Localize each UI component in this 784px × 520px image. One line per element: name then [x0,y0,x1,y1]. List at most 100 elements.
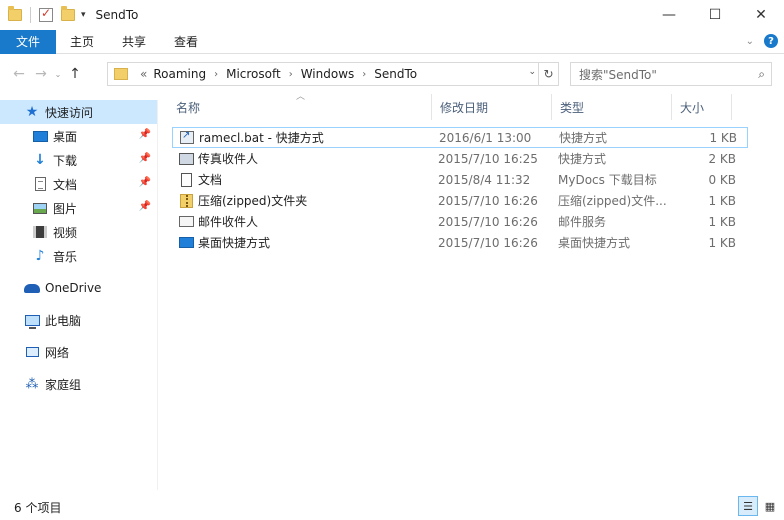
expand-ribbon-icon[interactable]: ⌄ [746,36,754,47]
sidebar-item-pictures[interactable]: 图片 📌 [0,196,157,220]
navigation-pane: ★ 快速访问 桌面 📌 ↓ 下载 📌 文档 📌 图片 📌 视频 ♪ 音乐 One… [0,100,158,490]
network-icon [24,344,40,360]
column-header-date[interactable]: 修改日期 [432,94,552,120]
breadcrumb-overflow[interactable]: « [140,67,147,81]
search-icon[interactable]: ⌕ [758,67,765,82]
pin-icon[interactable]: 📌 [139,201,151,212]
file-size: 1 KB [708,193,736,208]
file-date: 2015/7/10 16:25 [438,151,538,166]
folder-icon [114,68,128,80]
new-folder-icon[interactable] [61,6,75,21]
sidebar-item-quick-access[interactable]: ★ 快速访问 [0,100,157,124]
sidebar-item-this-pc[interactable]: 此电脑 [0,308,157,332]
sidebar-item-label: 快速访问 [45,105,94,120]
file-size: 2 KB [708,151,736,166]
pin-icon[interactable]: 📌 [139,153,151,164]
forward-button[interactable]: → [30,66,52,82]
file-name: 桌面快捷方式 [198,236,271,250]
tab-view[interactable]: 查看 [160,33,212,50]
shortcut-icon [179,130,195,146]
download-icon: ↓ [34,152,46,168]
column-header-size[interactable]: 大小 [672,94,732,120]
sidebar-item-label: 桌面 [53,129,78,144]
column-header-type[interactable]: 类型 [552,94,672,120]
file-row[interactable]: 邮件收件人 2015/7/10 16:26 邮件服务 1 KB [172,211,748,232]
address-dropdown-icon[interactable]: ⌄ [528,67,536,77]
column-header-name[interactable]: 名称 [168,94,432,120]
status-bar: 6 个项目 ☰ ▦ [0,494,784,520]
close-button[interactable]: ✕ [738,0,784,30]
file-date: 2015/7/10 16:26 [438,235,538,250]
large-icons-view-button[interactable]: ▦ [760,496,780,516]
picture-icon [32,200,48,216]
file-row[interactable]: 桌面快捷方式 2015/7/10 16:26 桌面快捷方式 1 KB [172,232,748,253]
sidebar-item-desktop[interactable]: 桌面 📌 [0,124,157,148]
sidebar-item-downloads[interactable]: ↓ 下载 📌 [0,148,157,172]
file-type: 邮件服务 [558,215,607,229]
sidebar-item-onedrive[interactable]: OneDrive [0,276,157,300]
file-name: 邮件收件人 [198,215,259,229]
breadcrumb-roaming[interactable]: Roaming [153,67,206,81]
search-input[interactable]: 搜索"SendTo" ⌕ [570,62,772,86]
file-name: 传真收件人 [198,152,259,166]
search-placeholder: 搜索"SendTo" [579,67,657,82]
sidebar-item-label: 视频 [53,225,78,240]
tab-home[interactable]: 主页 [56,33,108,50]
file-row[interactable]: 文档 2015/8/4 11:32 MyDocs 下载目标 0 KB [172,169,748,190]
desktop-icon [32,128,48,144]
refresh-button[interactable]: ↻ [538,63,558,85]
window-title: SendTo [95,8,139,22]
folder-icon[interactable] [8,6,22,21]
cloud-icon [24,280,40,296]
minimize-button[interactable]: — [646,0,692,30]
sidebar-item-network[interactable]: 网络 [0,340,157,364]
properties-icon[interactable] [39,6,53,22]
fax-icon [178,151,194,167]
sidebar-item-label: 音乐 [53,249,78,264]
sidebar-item-label: 网络 [45,345,70,360]
address-bar[interactable]: « Roaming › Microsoft › Windows › SendTo… [107,62,559,86]
sidebar-item-label: 文档 [53,177,78,192]
details-view-button[interactable]: ☰ [738,496,758,516]
sidebar-item-videos[interactable]: 视频 [0,220,157,244]
breadcrumb-windows[interactable]: Windows [301,67,355,81]
tab-file[interactable]: 文件 [0,29,56,54]
breadcrumb-sendto[interactable]: SendTo [374,67,417,81]
file-type: 快捷方式 [558,152,607,166]
file-size: 1 KB [709,130,737,145]
maximize-button[interactable]: ☐ [692,0,738,30]
quick-access-toolbar: ▾ [0,0,86,30]
sidebar-item-homegroup[interactable]: ⁂ 家庭组 [0,372,157,396]
file-row[interactable]: ramecl.bat - 快捷方式 2016/6/1 13:00 快捷方式 1 … [172,127,748,148]
help-icon[interactable]: ? [764,34,778,48]
desktop-icon [178,235,194,251]
back-button[interactable]: ← [8,66,30,82]
sidebar-item-label: 下载 [53,153,78,168]
navigation-bar: ← → ⌄ ↑ « Roaming › Microsoft › Windows … [0,60,784,88]
file-date: 2015/7/10 16:26 [438,193,538,208]
sidebar-item-label: OneDrive [45,281,102,295]
file-type: 桌面快捷方式 [558,236,631,250]
breadcrumb-separator-icon[interactable]: › [362,69,366,80]
breadcrumb-separator-icon[interactable]: › [214,69,218,80]
star-icon: ★ [25,104,39,120]
sidebar-item-music[interactable]: ♪ 音乐 [0,244,157,268]
file-row[interactable]: 压缩(zipped)文件夹 2015/7/10 16:26 压缩(zipped)… [172,190,748,211]
breadcrumb-microsoft[interactable]: Microsoft [226,67,281,81]
pin-icon[interactable]: 📌 [139,129,151,140]
document-icon [178,172,194,188]
up-button[interactable]: ↑ [64,66,86,82]
recent-locations-icon[interactable]: ⌄ [52,70,64,79]
customize-toolbar-dropdown-icon[interactable]: ▾ [81,10,86,20]
sidebar-item-documents[interactable]: 文档 📌 [0,172,157,196]
file-row[interactable]: 传真收件人 2015/7/10 16:25 快捷方式 2 KB [172,148,748,169]
sidebar-item-label: 此电脑 [45,313,82,328]
pin-icon[interactable]: 📌 [139,177,151,188]
breadcrumb-separator-icon[interactable]: › [289,69,293,80]
file-name: 压缩(zipped)文件夹 [198,194,308,208]
tab-share[interactable]: 共享 [108,33,160,50]
video-icon [32,224,48,240]
file-type: 快捷方式 [559,131,608,145]
file-date: 2016/6/1 13:00 [439,130,532,145]
title-bar: ▾ SendTo — ☐ ✕ [0,0,784,30]
